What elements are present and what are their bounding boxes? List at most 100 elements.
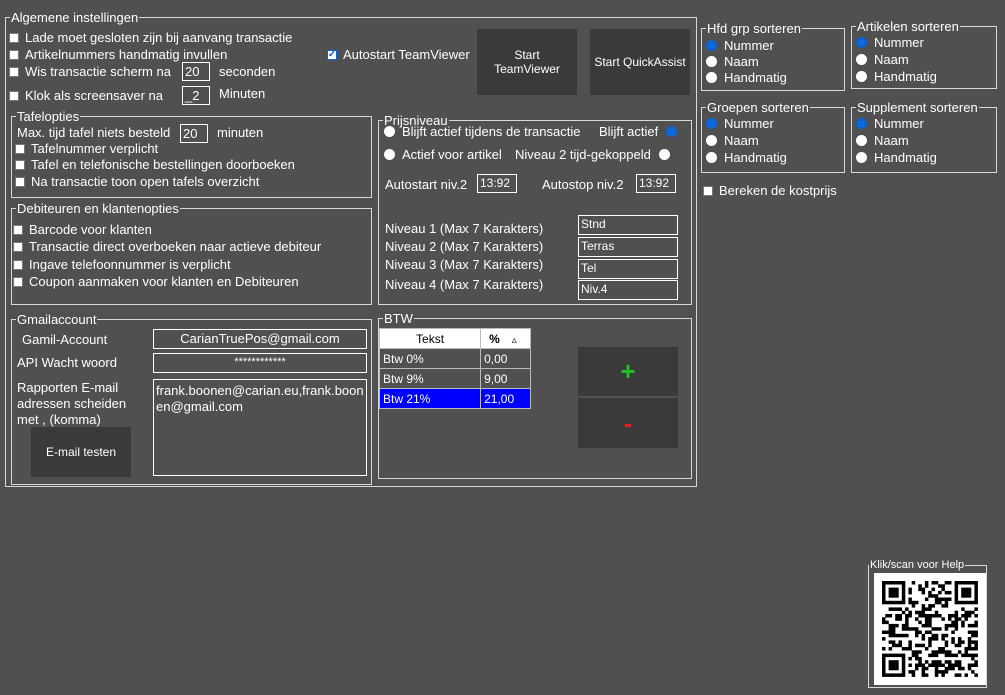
artikelnummers-checkbox[interactable]: Artikelnummers handmatig invullen	[9, 47, 227, 62]
actief-artikel-radio[interactable]: Actief voor artikel	[384, 147, 502, 162]
btw-remove-button[interactable]: -	[578, 398, 678, 448]
btw-cell-tekst[interactable]: Btw 9%	[378, 368, 482, 389]
niveau-3-input[interactable]: Tel	[578, 259, 678, 279]
art-sort-naam-radio[interactable]: Naam	[856, 52, 909, 67]
tafelnummer-verplicht-checkbox[interactable]: Tafelnummer verplicht	[15, 141, 158, 156]
hfd-sort-handmatig-radio[interactable]: Handmatig	[706, 70, 787, 85]
btw-cell-tekst[interactable]: Btw 21%	[378, 388, 482, 409]
supp-sort-handmatig-radio[interactable]: Handmatig	[856, 150, 937, 165]
btw-cell-tekst[interactable]: Btw 0%	[378, 348, 482, 369]
niveau-1-input[interactable]: Stnd	[578, 215, 678, 235]
checkbox-box[interactable]	[15, 176, 25, 187]
supp-sort-nummer-radio[interactable]: Nummer	[856, 116, 924, 131]
radio-dot[interactable]	[856, 135, 867, 146]
telefoon-verplicht-checkbox[interactable]: Ingave telefoonnummer is verplicht	[13, 257, 231, 272]
btw-cell-pct[interactable]: 21,00	[480, 388, 531, 409]
checkbox-box[interactable]	[15, 159, 25, 170]
groep-sort-handmatig-radio[interactable]: Handmatig	[706, 150, 787, 165]
art-sort-handmatig-radio[interactable]: Handmatig	[856, 69, 937, 84]
radio-dot[interactable]	[666, 126, 678, 137]
radio-dot[interactable]	[856, 71, 867, 82]
radio-dot[interactable]	[658, 149, 670, 160]
radio-dot[interactable]	[384, 149, 395, 160]
table-row[interactable]: Btw 0% 0,00	[378, 348, 531, 369]
gmail-account-input[interactable]: CarianTruePos@gmail.com	[153, 329, 367, 349]
kostprijs-checkbox[interactable]: Bereken de kostprijs	[703, 183, 837, 198]
autostart-teamviewer-checkbox[interactable]: Autostart TeamViewer	[327, 47, 470, 62]
checkbox-box[interactable]	[9, 66, 19, 77]
wis-seconds-input[interactable]: 20	[182, 62, 210, 81]
radio-dot[interactable]	[706, 56, 717, 67]
supp-sort-naam-radio[interactable]: Naam	[856, 133, 909, 148]
radio-dot[interactable]	[706, 72, 717, 83]
radio-dot[interactable]	[384, 126, 395, 137]
autostart-niv2-input[interactable]: 13:92	[477, 174, 517, 193]
option-label: Handmatig	[724, 150, 787, 165]
lade-checkbox[interactable]: Lade moet gesloten zijn bij aanvang tran…	[9, 30, 292, 45]
supp-sort-title: Supplement sorteren	[857, 100, 978, 115]
radio-dot[interactable]	[856, 118, 867, 129]
checkbox-box[interactable]	[15, 143, 25, 154]
start-quickassist-button[interactable]: Start QuickAssist	[590, 29, 690, 95]
niveau-2-input[interactable]: Terras	[578, 237, 678, 257]
hfd-sort-naam-radio[interactable]: Naam	[706, 54, 759, 69]
open-tafels-checkbox[interactable]: Na transactie toon open tafels overzicht	[15, 174, 259, 189]
checkbox-box[interactable]	[13, 241, 23, 252]
radio-dot[interactable]	[856, 37, 867, 48]
max-time-input[interactable]: 20	[180, 124, 208, 143]
radio-dot[interactable]	[706, 118, 717, 129]
klok-checkbox[interactable]: Klok als screensaver na	[9, 88, 163, 103]
checkbox-box[interactable]	[703, 185, 713, 196]
option-label: Handmatig	[724, 70, 787, 85]
checkbox-box[interactable]	[13, 224, 23, 235]
checkbox-box[interactable]	[13, 259, 23, 270]
radio-dot[interactable]	[856, 54, 867, 65]
plus-icon: +	[620, 356, 636, 386]
help-qr-code[interactable]	[874, 573, 986, 685]
niveau-4-input[interactable]: Niv.4	[578, 280, 678, 300]
autostop-niv2-input[interactable]: 13:92	[636, 174, 676, 193]
blijft-actief-radio[interactable]: Blijft actief	[599, 124, 678, 139]
start-teamviewer-button[interactable]: Start TeamViewer	[477, 29, 577, 95]
doorboeken-checkbox[interactable]: Tafel en telefonische bestellingen doorb…	[15, 157, 295, 172]
checkbox-box[interactable]	[9, 32, 19, 43]
api-password-input[interactable]: ************	[153, 353, 367, 373]
table-row-selected[interactable]: Btw 21% 21,00	[378, 388, 531, 409]
btw-add-button[interactable]: +	[578, 347, 678, 397]
art-sort-nummer-radio[interactable]: Nummer	[856, 35, 924, 50]
qr-code-icon	[882, 581, 978, 677]
groep-sort-title: Groepen sorteren	[707, 100, 809, 115]
groep-sort-nummer-radio[interactable]: Nummer	[706, 116, 774, 131]
minus-icon: -	[623, 407, 633, 438]
table-row[interactable]: Btw 9% 9,00	[378, 368, 531, 389]
rapport-emails-textarea[interactable]: frank.boonen@carian.eu,frank.boonen@gmai…	[153, 379, 367, 476]
barcode-checkbox[interactable]: Barcode voor klanten	[13, 222, 152, 237]
niveau-4-label: Niveau 4 (Max 7 Karakters)	[385, 277, 544, 292]
checkbox-box[interactable]	[13, 276, 23, 287]
checkbox-box[interactable]	[327, 49, 337, 60]
radio-dot[interactable]	[706, 152, 717, 163]
btw-col-tekst[interactable]: Tekst	[378, 328, 482, 349]
klok-minutes-input[interactable]: _2	[182, 86, 210, 105]
btw-col-pct[interactable]: % ▵	[480, 328, 531, 349]
artikelnummers-label: Artikelnummers handmatig invullen	[25, 47, 228, 62]
checkbox-box[interactable]	[9, 90, 19, 101]
wis-checkbox[interactable]: Wis transactie scherm na	[9, 64, 171, 79]
max-time-unit: minuten	[217, 125, 264, 140]
niveau-2-label: Niveau 2 (Max 7 Karakters)	[385, 239, 544, 254]
hfd-sort-nummer-radio[interactable]: Nummer	[706, 38, 774, 53]
groep-sort-naam-radio[interactable]: Naam	[706, 133, 759, 148]
niveau2-tijd-radio[interactable]: Niveau 2 tijd-gekoppeld	[515, 147, 670, 162]
coupon-checkbox[interactable]: Coupon aanmaken voor klanten en Debiteur…	[13, 274, 299, 289]
btw-cell-pct[interactable]: 9,00	[480, 368, 531, 389]
checkbox-box[interactable]	[9, 49, 19, 60]
radio-dot[interactable]	[706, 135, 717, 146]
radio-dot[interactable]	[856, 152, 867, 163]
general-settings-title: Algemene instellingen	[11, 10, 139, 25]
btw-cell-pct[interactable]: 0,00	[480, 348, 531, 369]
niveau-3-label: Niveau 3 (Max 7 Karakters)	[385, 257, 544, 272]
radio-dot[interactable]	[706, 40, 717, 51]
blijft-actief-tijdens-radio[interactable]: Blijft actief tijdens de transactie	[384, 124, 580, 139]
direct-overboeken-checkbox[interactable]: Transactie direct overboeken naar actiev…	[13, 239, 321, 254]
email-test-button[interactable]: E-mail testen	[31, 427, 131, 477]
